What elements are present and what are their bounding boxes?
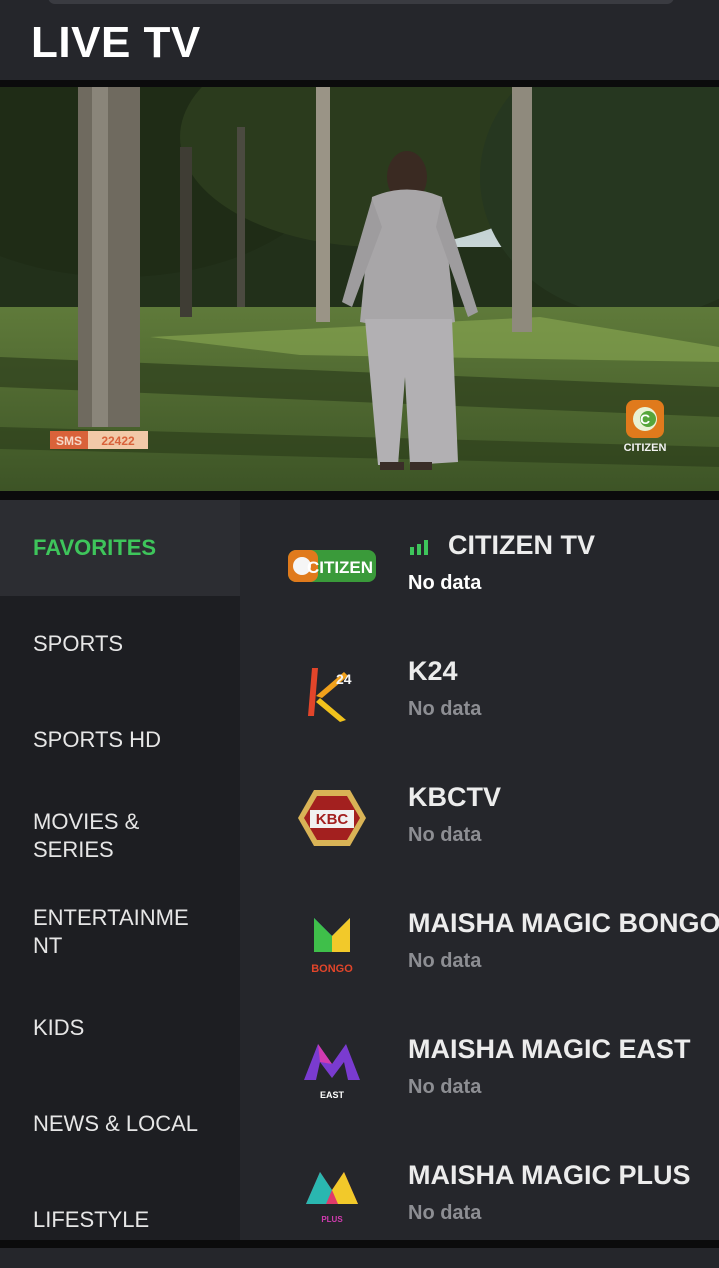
channel-status: No data: [408, 824, 482, 846]
sms-bug-label-text: SMS: [56, 434, 82, 448]
bottom-divider: [0, 1240, 719, 1248]
channel-row-maisha-magic-bongo[interactable]: BONGO MAISHA MAGIC BONGO No data: [240, 878, 719, 1004]
maisha-magic-plus-logo-icon: PLUS: [306, 1172, 358, 1224]
category-movies-series[interactable]: MOVIES & SERIES: [0, 788, 240, 884]
category-lifestyle[interactable]: LIFESTYLE: [0, 1172, 240, 1268]
category-sidebar: FAVORITES SPORTS SPORTS HD MOVIES & SERI…: [0, 500, 240, 1240]
sms-bug-number: 22422: [101, 434, 135, 448]
channel-row-citizen-tv[interactable]: CITIZEN CITIZEN TV No data: [240, 500, 719, 626]
category-news-local[interactable]: NEWS & LOCAL: [0, 1076, 240, 1172]
channel-row-maisha-magic-plus[interactable]: PLUS MAISHA MAGIC PLUS No data: [240, 1130, 719, 1256]
citizen-logo-icon: CITIZEN: [288, 550, 376, 582]
channel-status: No data: [408, 950, 482, 972]
channel-name: MAISHA MAGIC PLUS: [408, 1160, 691, 1190]
kbc-logo-icon: KBC: [298, 790, 366, 846]
page-title: LIVE TV: [31, 18, 201, 67]
channel-name: CITIZEN TV: [448, 530, 595, 560]
citizen-watermark-icon: C CITIZEN: [624, 400, 667, 454]
maisha-magic-bongo-logo-icon: BONGO: [311, 918, 353, 975]
category-kids[interactable]: KIDS: [0, 980, 240, 1076]
channel-row-kbctv[interactable]: KBC KBCTV No data: [240, 752, 719, 878]
channel-name: MAISHA MAGIC EAST: [408, 1034, 691, 1064]
channel-row-k24[interactable]: 24 K24 No data: [240, 626, 719, 752]
channel-row-maisha-magic-east[interactable]: EAST MAISHA MAGIC EAST No data: [240, 1004, 719, 1130]
category-entertainment[interactable]: ENTERTAINMENT: [0, 884, 240, 980]
maisha-magic-east-logo-icon: EAST: [304, 1044, 360, 1100]
category-sports[interactable]: SPORTS: [0, 596, 240, 692]
channel-status: No data: [408, 1202, 482, 1224]
divider: [0, 491, 719, 500]
video-player[interactable]: SMS 22422 C CITIZEN: [0, 87, 719, 491]
svg-text:CITIZEN: CITIZEN: [307, 558, 373, 577]
channel-name: KBCTV: [408, 782, 501, 812]
svg-text:BONGO: BONGO: [311, 963, 353, 975]
category-favorites[interactable]: FAVORITES: [0, 500, 240, 596]
svg-text:CITIZEN: CITIZEN: [624, 442, 667, 454]
channel-name: MAISHA MAGIC BONGO: [408, 908, 719, 938]
category-sports-hd[interactable]: SPORTS HD: [0, 692, 240, 788]
channel-list: CITIZEN CITIZEN TV No data 24 K24 No dat…: [240, 500, 719, 1240]
channel-status: No data: [408, 698, 482, 720]
channel-status: No data: [408, 572, 482, 594]
app-header: LIVE TV: [0, 0, 719, 80]
k24-logo-icon: 24: [308, 668, 352, 722]
svg-text:PLUS: PLUS: [321, 1215, 343, 1224]
svg-text:EAST: EAST: [320, 1090, 345, 1100]
channel-status: No data: [408, 1076, 482, 1098]
svg-text:C: C: [640, 411, 650, 427]
live-signal-icon: [410, 540, 428, 555]
divider: [0, 80, 719, 87]
svg-text:KBC: KBC: [316, 811, 349, 828]
video-frame: SMS 22422 C CITIZEN: [0, 87, 719, 491]
status-pill: [48, 0, 674, 4]
channel-name: K24: [408, 656, 458, 686]
svg-text:24: 24: [336, 671, 352, 687]
